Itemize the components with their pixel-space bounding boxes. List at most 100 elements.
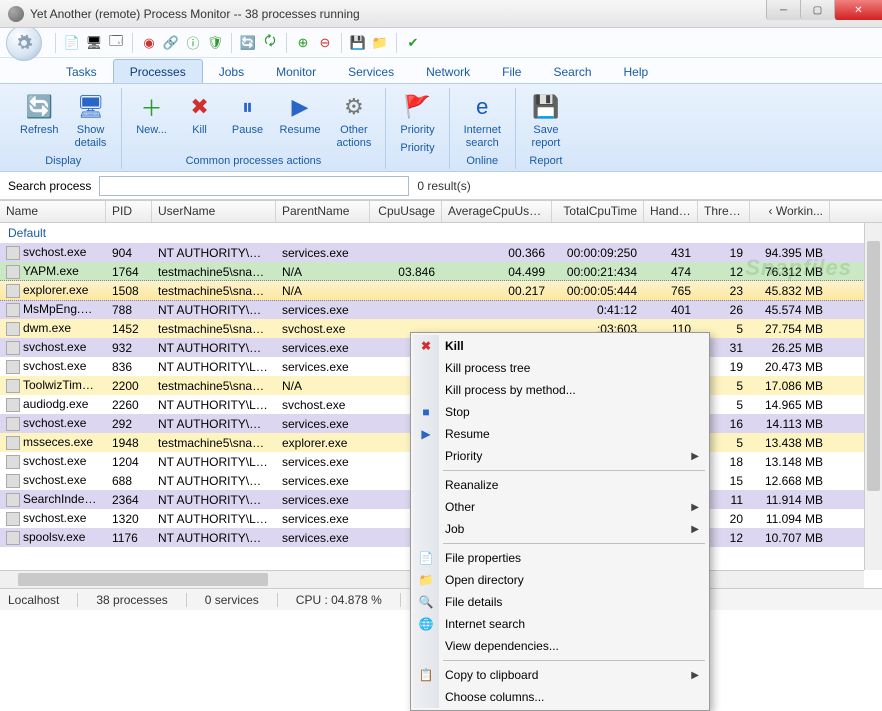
context-menu-item[interactable]: Job▶: [413, 518, 707, 540]
app-menu-orb[interactable]: [6, 25, 42, 61]
tab-search[interactable]: Search: [537, 60, 607, 83]
tool-icon[interactable]: ⓘ: [184, 34, 202, 52]
tool-icon[interactable]: ⊖: [316, 34, 334, 52]
context-menu-item-label: Other: [445, 500, 475, 514]
table-row[interactable]: YAPM.exe1764testmachine5\snapf...N/A03.8…: [0, 262, 882, 281]
column-header[interactable]: ParentName: [276, 201, 370, 222]
table-row[interactable]: explorer.exe1508testmachine5\snapf...N/A…: [0, 281, 882, 300]
scrollbar-thumb[interactable]: [867, 241, 880, 491]
maximize-button[interactable]: ▢: [800, 0, 834, 20]
column-header[interactable]: TotalCpuTime: [552, 201, 644, 222]
context-menu-item-label: Choose columns...: [445, 690, 544, 704]
table-cell: NT AUTHORITY\LOC...: [152, 397, 276, 413]
table-cell: 26: [698, 302, 750, 318]
context-menu-item[interactable]: 📁Open directory: [413, 569, 707, 591]
internet-search-button[interactable]: eInternetsearch: [458, 90, 507, 152]
save-icon[interactable]: 💾: [349, 34, 367, 52]
context-menu-item-icon: ▶: [418, 426, 434, 442]
kill-button[interactable]: ✖Kill: [178, 90, 222, 152]
column-header[interactable]: AverageCpuUsage: [442, 201, 552, 222]
column-header[interactable]: UserName: [152, 201, 276, 222]
tool-icon[interactable]: ◉: [140, 34, 158, 52]
column-header[interactable]: Name: [0, 201, 106, 222]
table-cell: 17.086 MB: [750, 378, 830, 394]
ribbon-button-label: Showdetails: [75, 124, 107, 150]
context-menu-item[interactable]: 🔍File details: [413, 591, 707, 613]
pause-button[interactable]: ⏸Pause: [226, 90, 270, 152]
context-menu-item[interactable]: 📄File properties: [413, 547, 707, 569]
check-icon[interactable]: ✔: [404, 34, 422, 52]
table-cell: NT AUTHORITY\SYST...: [152, 340, 276, 356]
vertical-scrollbar[interactable]: [864, 223, 882, 570]
context-menu-item[interactable]: Other▶: [413, 496, 707, 518]
submenu-arrow-icon: ▶: [691, 524, 699, 535]
context-menu-item[interactable]: ▶Resume: [413, 423, 707, 445]
scrollbar-thumb[interactable]: [18, 573, 268, 586]
process-icon: [6, 455, 20, 469]
tab-jobs[interactable]: Jobs: [203, 60, 260, 83]
table-cell: [370, 252, 442, 254]
table-cell: [370, 309, 442, 311]
column-header[interactable]: PID: [106, 201, 152, 222]
table-cell: svchost.exe: [0, 453, 106, 470]
tab-network[interactable]: Network: [410, 60, 486, 83]
context-menu-item[interactable]: 📋Copy to clipboard▶: [413, 664, 707, 686]
save-report-button[interactable]: 💾Savereport: [524, 90, 568, 152]
folder-icon[interactable]: 📁: [371, 34, 389, 52]
group-row[interactable]: Default: [0, 223, 882, 243]
new-button[interactable]: ＋New...: [130, 90, 174, 152]
table-cell: [370, 328, 442, 330]
table-row[interactable]: MsMpEng.exe788NT AUTHORITY\SYST...servic…: [0, 300, 882, 319]
context-menu-item-icon: 📄: [418, 550, 434, 566]
tab-processes[interactable]: Processes: [113, 59, 203, 83]
table-cell: 19: [698, 245, 750, 261]
context-menu-item[interactable]: Kill process by method...: [413, 379, 707, 401]
table-row[interactable]: svchost.exe904NT AUTHORITY\SYST...servic…: [0, 243, 882, 262]
context-menu-item[interactable]: ■Stop: [413, 401, 707, 423]
table-cell: 688: [106, 473, 152, 489]
tool-icon[interactable]: 🖥: [85, 34, 103, 52]
resume-button[interactable]: ▶Resume: [274, 90, 327, 152]
context-menu-item[interactable]: Reanalize: [413, 474, 707, 496]
tab-services[interactable]: Services: [332, 60, 410, 83]
other-actions-button[interactable]: ⚙Otheractions: [331, 90, 378, 152]
column-header[interactable]: ‹ Workin...: [750, 201, 830, 222]
context-menu-item[interactable]: 🌐Internet search: [413, 613, 707, 635]
tab-file[interactable]: File: [486, 60, 537, 83]
table-cell: 45.574 MB: [750, 302, 830, 318]
tool-icon[interactable]: 🛡: [206, 34, 224, 52]
column-header[interactable]: CpuUsage: [370, 201, 442, 222]
close-button[interactable]: ✕: [834, 0, 882, 20]
table-cell: services.exe: [276, 340, 370, 356]
priority-button[interactable]: 🚩Priority: [394, 90, 440, 139]
tool-icon[interactable]: 🗔: [107, 34, 125, 52]
context-menu-item-label: Priority: [445, 449, 482, 463]
tool-icon[interactable]: 🔄: [239, 34, 257, 52]
table-cell: [370, 290, 442, 292]
context-menu-item[interactable]: ✖Kill: [413, 335, 707, 357]
tool-icon[interactable]: 📄: [63, 34, 81, 52]
column-header[interactable]: Threa...: [698, 201, 750, 222]
tab-tasks[interactable]: Tasks: [50, 60, 113, 83]
ribbon-button-label: Otheractions: [337, 124, 372, 150]
tool-icon[interactable]: ⊕: [294, 34, 312, 52]
tab-monitor[interactable]: Monitor: [260, 60, 332, 83]
refresh-button[interactable]: 🔄Refresh: [14, 90, 65, 152]
ribbon-group: 🚩PriorityPriority: [386, 88, 449, 169]
show-details-button[interactable]: 🖥Showdetails: [69, 90, 113, 152]
table-cell: services.exe: [276, 245, 370, 261]
context-menu-item[interactable]: Choose columns...: [413, 686, 707, 708]
minimize-button[interactable]: ─: [766, 0, 800, 20]
tab-help[interactable]: Help: [608, 60, 665, 83]
table-cell: svchost.exe: [0, 339, 106, 356]
column-header[interactable]: Handl...: [644, 201, 698, 222]
context-menu-item[interactable]: View dependencies...: [413, 635, 707, 657]
context-menu-item[interactable]: Priority▶: [413, 445, 707, 467]
tool-icon[interactable]: 🗘: [261, 34, 279, 52]
tool-icon[interactable]: 🔗: [162, 34, 180, 52]
search-input[interactable]: [99, 176, 409, 196]
table-cell: 00.217: [442, 283, 552, 299]
kill-icon: ✖: [185, 92, 215, 122]
context-menu-item[interactable]: Kill process tree: [413, 357, 707, 379]
table-cell: N/A: [276, 283, 370, 299]
